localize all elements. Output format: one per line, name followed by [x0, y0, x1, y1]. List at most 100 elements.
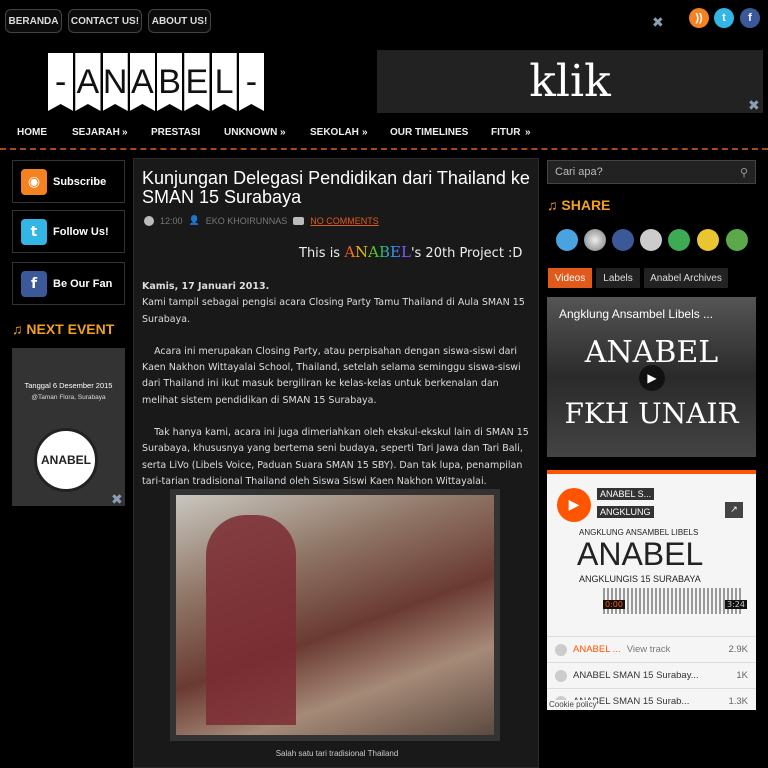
- track-title: ANABEL ...: [573, 644, 621, 655]
- nav-item-home[interactable]: HOME: [17, 127, 47, 138]
- rss-icon[interactable]: )): [689, 8, 709, 28]
- fan-button[interactable]: f Be Our Fan: [12, 262, 125, 305]
- subscribe-button[interactable]: ◉ Subscribe: [12, 160, 125, 203]
- track-title: ANABEL SMAN 15 Surabay...: [573, 670, 699, 681]
- header-banner[interactable]: klik: [377, 50, 763, 113]
- more-share-icon[interactable]: [726, 229, 748, 251]
- search-icon[interactable]: ⚲: [740, 166, 748, 179]
- nav-item-sekolah[interactable]: SEKOLAH: [310, 127, 359, 138]
- post-date: Kamis, 17 Januari 2013.: [142, 281, 270, 292]
- wrench-icon[interactable]: ✖: [748, 98, 760, 114]
- post-time: 12:00: [160, 215, 183, 226]
- tab-labels[interactable]: Labels: [596, 268, 640, 288]
- logo-letter: A: [129, 53, 155, 111]
- rss-icon: ◉: [21, 168, 47, 195]
- search-placeholder: Cari apa?: [555, 166, 603, 178]
- anabel-badge: ANABEL: [34, 428, 98, 492]
- twitter-share-icon[interactable]: [556, 229, 578, 251]
- user-icon: 👤: [188, 215, 200, 225]
- logo-letter: -: [238, 53, 264, 111]
- nav-link-contact[interactable]: CONTACT US!: [68, 9, 142, 33]
- post-meta: 12:00 👤 EKO KHOIRUNNAS NO COMMENTS: [144, 215, 379, 226]
- digg-share-icon[interactable]: [640, 229, 662, 251]
- comment-icon: [293, 216, 305, 225]
- chevron-icon: »: [525, 127, 531, 138]
- post-paragraph-1: Kami tampil sebagai pengisi acara Closin…: [142, 297, 525, 325]
- logo-letter: A: [75, 53, 101, 111]
- next-event-title: NEXT EVENT: [26, 321, 115, 337]
- video-player[interactable]: Angklung Ansambel Libels ... ANABEL FKH …: [547, 297, 756, 457]
- chevron-icon: »: [122, 127, 128, 138]
- project-post: 's 20th Project :D: [410, 246, 523, 261]
- sc-track-name[interactable]: ANGKLUNG: [597, 506, 654, 518]
- tab-videos[interactable]: Videos: [548, 268, 592, 288]
- photo-caption: Salah satu tari tradisional Thailand: [275, 749, 399, 758]
- post-title[interactable]: Kunjungan Delegasi Pendidikan dari Thail…: [142, 169, 537, 207]
- share-icon[interactable]: ↗: [725, 502, 743, 518]
- wrench-icon[interactable]: ✖: [111, 492, 123, 508]
- nav-item-sejarah[interactable]: SEJARAH: [72, 127, 120, 138]
- logo-letter: -: [48, 53, 74, 111]
- track-count: 1.3K: [728, 696, 748, 707]
- post-photo[interactable]: [170, 489, 500, 741]
- sc-art-big: ANABEL: [577, 536, 704, 572]
- play-icon[interactable]: ▶: [639, 365, 665, 391]
- track-extra: View track: [626, 644, 671, 655]
- nav-link-about[interactable]: ABOUT US!: [148, 9, 211, 33]
- event-date: Tanggal 6 Desember 2015: [24, 381, 113, 390]
- nav-item-unknown[interactable]: UNKNOWN: [224, 127, 277, 138]
- tab-archives[interactable]: Anabel Archives: [644, 268, 728, 288]
- sc-time-start: 0:00: [603, 600, 625, 609]
- cookie-policy-link[interactable]: Cookie policy: [549, 700, 597, 709]
- subscribe-label: Subscribe: [53, 175, 107, 188]
- follow-button[interactable]: t Follow Us!: [12, 210, 125, 253]
- nav-item-timelines[interactable]: OUR TIMELINES: [390, 127, 468, 138]
- twitter-icon[interactable]: t: [714, 8, 734, 28]
- clock-icon: [144, 215, 154, 226]
- follow-label: Follow Us!: [53, 225, 109, 238]
- nav-link-beranda[interactable]: BERANDA: [5, 9, 62, 33]
- search-input[interactable]: Cari apa?: [547, 160, 756, 184]
- fan-label: Be Our Fan: [53, 277, 113, 290]
- sc-track-row[interactable]: ANABEL SMAN 15 Surabay... 1K: [547, 662, 756, 688]
- sc-track-row[interactable]: ANABEL ... View track 2.9K: [547, 636, 756, 662]
- play-icon[interactable]: ▶: [557, 488, 591, 522]
- stumble-share-icon[interactable]: [668, 229, 690, 251]
- sc-art-line2: ANGKLUNGIS 15 SURABAYA: [579, 574, 701, 584]
- share-title: SHARE: [561, 197, 611, 213]
- sc-user[interactable]: ANABEL S...: [597, 488, 655, 500]
- logo-letter: N: [102, 53, 128, 111]
- post-author[interactable]: EKO KHOIRUNNAS: [206, 216, 288, 226]
- post-container: Kunjungan Delegasi Pendidikan dari Thail…: [133, 158, 539, 768]
- facebook-icon[interactable]: f: [740, 8, 760, 28]
- nav-item-prestasi[interactable]: PRESTASI: [151, 127, 200, 138]
- favorite-share-icon[interactable]: [697, 229, 719, 251]
- facebook-share-icon[interactable]: [612, 229, 634, 251]
- project-pre: This is: [299, 246, 345, 261]
- chevron-icon: »: [362, 127, 368, 138]
- comments-link[interactable]: NO COMMENTS: [310, 216, 379, 226]
- project-brand: ANABEL: [344, 243, 411, 261]
- dancer-figure: [206, 515, 296, 725]
- site-logo[interactable]: - A N A B E L -: [48, 53, 264, 111]
- badge-text: ANABEL: [41, 453, 91, 467]
- facebook-icon: f: [21, 270, 47, 297]
- track-avatar: [555, 643, 567, 656]
- post-paragraph-3: Tak hanya kami, acara ini juga dimeriahk…: [142, 427, 532, 487]
- event-place: @Taman Flora, Surabaya: [31, 394, 106, 401]
- event-poster[interactable]: Tanggal 6 Desember 2015 @Taman Flora, Su…: [12, 348, 125, 506]
- sc-time-end: 3:24: [725, 600, 747, 609]
- nav-item-fitur[interactable]: FITUR: [491, 127, 520, 138]
- track-count: 1K: [736, 670, 748, 681]
- wrench-icon[interactable]: ✖: [652, 15, 664, 31]
- post-body: Kamis, 17 Januari 2013. Kami tampil seba…: [142, 279, 534, 506]
- logo-letter: L: [211, 53, 237, 111]
- main-nav: HOME SEJARAH » PRESTASI UNKNOWN » SEKOLA…: [0, 120, 768, 150]
- soundcloud-widget: ▶ ANABEL S... ANGKLUNG ↗ ANGKLUNG ANSAMB…: [547, 470, 756, 710]
- banner-text: klik: [529, 56, 611, 107]
- logo-letter: E: [184, 53, 210, 111]
- next-event-heading: ♫ NEXT EVENT: [12, 321, 115, 337]
- video-title: Angklung Ansambel Libels ...: [559, 307, 714, 321]
- project-line: This is ANABEL's 20th Project :D: [299, 243, 522, 261]
- delicious-share-icon[interactable]: [584, 229, 606, 251]
